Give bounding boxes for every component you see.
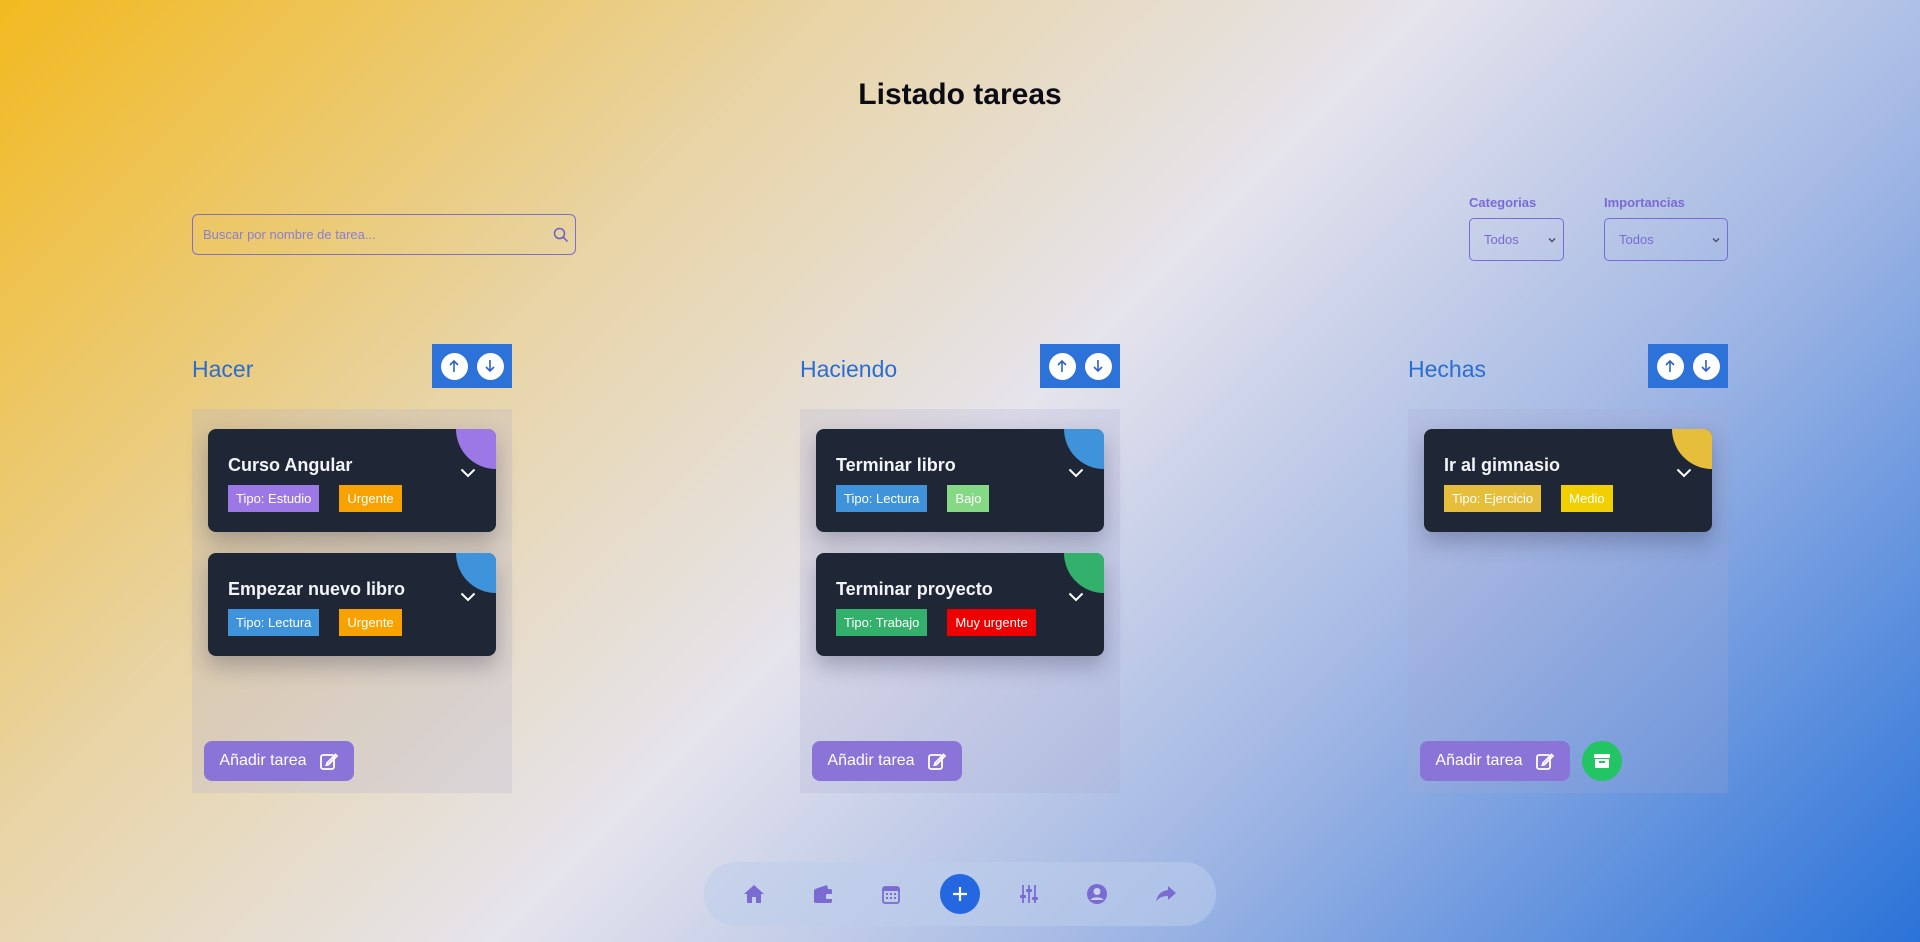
column-haciendo: Terminar libro Tipo: Lectura Bajo Termin… <box>800 409 1120 793</box>
priority-tag: Urgente <box>339 609 402 636</box>
archive-button[interactable] <box>1582 741 1622 781</box>
add-task-label: Añadir tarea <box>827 752 915 769</box>
priority-tag: Bajo <box>947 485 990 512</box>
search-input[interactable] <box>193 215 547 254</box>
arrow-up-icon <box>449 359 459 372</box>
task-card[interactable]: Terminar proyecto Tipo: Trabajo Muy urge… <box>816 553 1104 656</box>
task-name: Terminar libro <box>836 455 956 475</box>
sort-down-button[interactable] <box>476 352 504 380</box>
task-card[interactable]: Ir al gimnasio Tipo: Ejercicio Medio <box>1424 429 1712 532</box>
add-task-button[interactable]: Añadir tarea <box>812 741 962 781</box>
priority-tag: Muy urgente <box>947 609 1036 636</box>
chevron-down-icon[interactable] <box>460 465 476 483</box>
category-corner <box>1064 553 1104 593</box>
add-task-label: Añadir tarea <box>1435 752 1523 769</box>
sort-up-button[interactable] <box>440 352 468 380</box>
user-icon[interactable] <box>1077 874 1117 914</box>
chevron-down-icon[interactable] <box>1068 465 1084 483</box>
edit-icon <box>927 753 946 770</box>
chevron-down-icon[interactable] <box>1676 465 1692 483</box>
type-tag: Tipo: Ejercicio <box>1444 485 1542 512</box>
column-title: Haciendo <box>800 356 898 382</box>
chevron-down-icon <box>1712 237 1720 242</box>
add-task-label: Añadir tarea <box>219 752 307 769</box>
sort-up-button[interactable] <box>1656 352 1684 380</box>
home-icon[interactable] <box>734 874 774 914</box>
categories-filter: Categorias Todos <box>1469 195 1564 261</box>
categories-select[interactable]: Todos <box>1469 218 1564 261</box>
chevron-down-icon[interactable] <box>1068 589 1084 607</box>
sort-down-button[interactable] <box>1084 352 1112 380</box>
type-tag: Tipo: Estudio <box>228 485 320 512</box>
task-card[interactable]: Empezar nuevo libro Tipo: Lectura Urgent… <box>208 553 496 656</box>
task-name: Ir al gimnasio <box>1444 455 1561 475</box>
search-icon[interactable] <box>547 227 575 243</box>
arrow-down-icon <box>485 360 495 373</box>
category-corner <box>456 429 496 469</box>
bottom-nav <box>704 862 1216 926</box>
priority-tag: Medio <box>1561 485 1613 512</box>
chevron-down-icon <box>1548 237 1556 242</box>
column-hechas: Ir al gimnasio Tipo: Ejercicio Medio Aña… <box>1408 409 1728 793</box>
page-title: Listado tareas <box>858 78 1062 111</box>
task-card[interactable]: Terminar libro Tipo: Lectura Bajo <box>816 429 1104 532</box>
categories-label: Categorias <box>1469 195 1537 210</box>
add-nav-button[interactable] <box>939 874 980 914</box>
sort-controls <box>1648 344 1728 388</box>
importance-filter: Importancias Todos <box>1604 195 1728 261</box>
plus-icon <box>952 887 967 901</box>
sort-up-button[interactable] <box>1048 352 1076 380</box>
arrow-up-icon <box>1665 359 1675 372</box>
type-tag: Tipo: Trabajo <box>836 609 928 636</box>
importance-select[interactable]: Todos <box>1604 218 1728 261</box>
sort-controls <box>432 344 512 388</box>
share-icon[interactable] <box>1146 874 1186 914</box>
wallet-icon[interactable] <box>803 874 843 914</box>
category-corner <box>456 553 496 593</box>
column-title: Hechas <box>1408 356 1486 382</box>
sort-down-button[interactable] <box>1692 352 1720 380</box>
calendar-icon[interactable] <box>871 874 911 914</box>
add-task-button[interactable]: Añadir tarea <box>204 741 354 781</box>
arrow-down-icon <box>1093 360 1103 373</box>
importance-label: Importancias <box>1604 195 1685 210</box>
archive-icon <box>1594 754 1610 768</box>
column-hacer: Curso Angular Tipo: Estudio Urgente Empe… <box>192 409 512 793</box>
task-name: Curso Angular <box>228 455 353 475</box>
task-name: Empezar nuevo libro <box>228 579 406 599</box>
category-corner <box>1672 429 1712 469</box>
chevron-down-icon[interactable] <box>460 589 476 607</box>
column-title: Hacer <box>192 356 254 382</box>
search-box[interactable] <box>192 214 576 255</box>
task-name: Terminar proyecto <box>836 579 993 599</box>
edit-icon <box>319 753 338 770</box>
type-tag: Tipo: Lectura <box>228 609 320 636</box>
edit-icon <box>1535 753 1554 770</box>
arrow-up-icon <box>1057 359 1067 372</box>
categories-value: Todos <box>1484 232 1519 247</box>
type-tag: Tipo: Lectura <box>836 485 928 512</box>
priority-tag: Urgente <box>339 485 402 512</box>
sort-controls <box>1040 344 1120 388</box>
sliders-icon[interactable] <box>1009 874 1049 914</box>
add-task-button[interactable]: Añadir tarea <box>1420 741 1570 781</box>
category-corner <box>1064 429 1104 469</box>
arrow-down-icon <box>1701 360 1711 373</box>
task-card[interactable]: Curso Angular Tipo: Estudio Urgente <box>208 429 496 532</box>
importance-value: Todos <box>1619 232 1654 247</box>
